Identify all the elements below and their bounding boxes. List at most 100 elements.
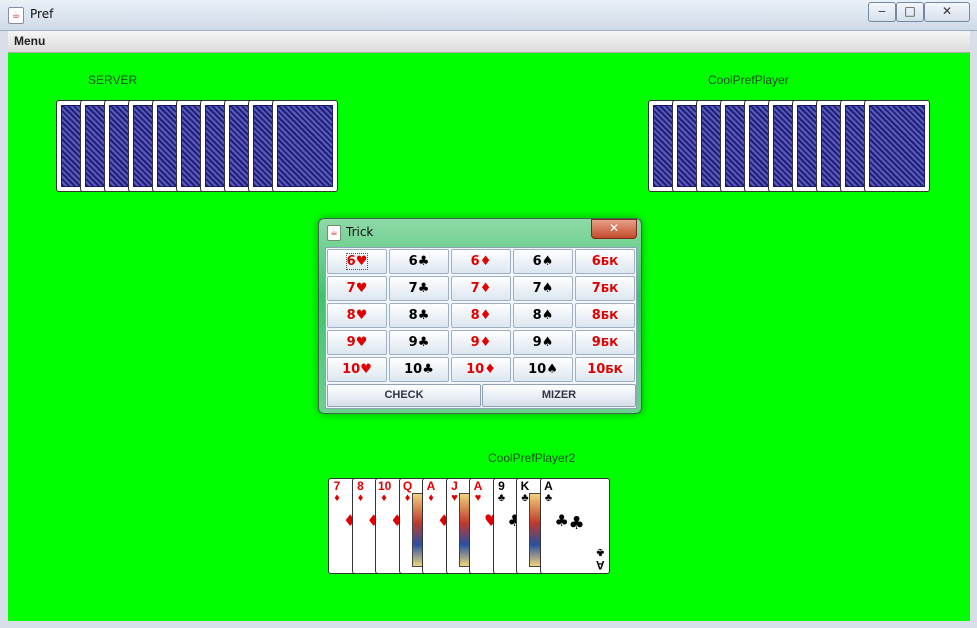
card-corner: 8 ♦ [355,480,367,504]
bid-rank: 10 [528,362,547,377]
bid-rank: 9 [470,335,480,350]
bid-cell[interactable]: 6БК [575,249,635,274]
card-rank: A [426,479,436,493]
suit-icon: ♥ [355,281,368,296]
bid-rank: 10 [466,362,485,377]
suit-icon: ♠ [541,281,554,296]
minimize-button[interactable]: ‒ [868,2,896,22]
bid-rank: 8 [408,308,418,323]
suit-icon: ♦ [428,492,434,504]
bid-rank: 9 [532,335,542,350]
bid-cell[interactable]: 9♠ [513,330,573,355]
bid-cell[interactable]: 9БК [575,330,635,355]
bid-cell[interactable]: 8БК [575,303,635,328]
bid-rank: 6 [408,254,418,269]
suit-icon: ♠ [541,308,554,323]
bid-cell[interactable]: 9♣ [389,330,449,355]
dialog-close-button[interactable]: ✕ [591,219,637,239]
bid-grid: CHECK MIZER 6♥ 6♣ 6♦ 6♠ 6БК 7♥ 7♣ 7♦ 7♠ 7БК 8♥ 8♣ 8♦… [325,247,637,409]
suit-icon: ♣ [417,308,430,323]
bid-cell[interactable]: 10♠ [513,357,573,382]
bid-rank: 9 [591,335,601,350]
bid-cell[interactable]: 6♦ [451,249,511,274]
suit-icon: ♦ [334,492,340,504]
suit-icon: ♦ [479,254,492,269]
bid-cell[interactable]: 8♠ [513,303,573,328]
java-app-icon: ☕ [8,7,24,24]
suit-icon: ♣ [417,335,430,350]
suit-icon: ♣ [417,254,430,269]
card-corner: A ♣ [595,546,605,572]
card-rank: K [520,479,530,493]
card-corner: 9 ♣ [496,480,508,504]
menu-menu[interactable]: Menu [14,34,45,48]
bid-rank: 10 [342,362,361,377]
mizer-button[interactable]: MIZER [482,384,636,407]
bid-cell[interactable]: 7♣ [389,276,449,301]
java-app-icon: ☕ [327,225,341,241]
card-rank: 7 [333,479,341,493]
card-rank: 8 [357,479,364,493]
card-rank: 10 [378,479,392,493]
bid-cell[interactable]: 10♦ [451,357,511,382]
bid-rank: 10 [587,362,606,377]
bid-rank: 7 [532,281,542,296]
check-button[interactable]: CHECK [327,384,481,407]
bid-rank: 6 [346,254,356,269]
card-rank: 9 [498,479,505,493]
bid-cell[interactable]: 8♥ [327,303,387,328]
card-rank: A [544,479,553,493]
title-bar: ☕ Pref ‒ □ ✕ [0,0,977,31]
suit-icon: ♠ [541,254,554,269]
bid-cell[interactable]: 6♣ [389,249,449,274]
card-corner: A ♥ [472,480,484,504]
bid-rank: 6 [532,254,542,269]
bid-cell[interactable]: 7♥ [327,276,387,301]
bid-rank: 8 [346,308,356,323]
card-corner: 10 ♦ [378,479,392,504]
bid-cell[interactable]: 6♠ [513,249,573,274]
suit-icon: ♣ [544,492,553,504]
bid-rank: 7 [591,281,601,296]
bid-cell[interactable]: 10♥ [327,357,387,382]
bid-cell[interactable]: 8♦ [451,303,511,328]
player-label-coolprefplayer: CoolPrefPlayer [708,73,789,87]
bid-cell[interactable]: 9♦ [451,330,511,355]
maximize-button[interactable]: □ [896,2,924,22]
bid-cell[interactable]: 10♣ [389,357,449,382]
bid-cell[interactable]: 8♣ [389,303,449,328]
card-corner: A ♣ [543,480,555,504]
suit-icon: ♥ [474,492,482,504]
close-window-button[interactable]: ✕ [924,2,970,22]
bid-cell[interactable]: 6♥ [327,249,387,274]
bid-cell[interactable]: 7♦ [451,276,511,301]
dialog-title: Trick [346,225,374,239]
card-corner: 7 ♦ [331,480,343,504]
bid-cell[interactable]: 7♠ [513,276,573,301]
no-trump-label: БК [600,282,619,295]
suit-icon: ♥ [355,335,368,350]
trick-dialog: ☕ Trick ✕ CHECK MIZER 6♥ 6♣ 6♦ 6♠ 6БК 7♥ 7♣ 7♦ 7… [318,218,642,414]
bid-rank: 10 [404,362,423,377]
bid-cell[interactable]: 7БК [575,276,635,301]
bid-cell[interactable]: 9♥ [327,330,387,355]
suit-icon: ♦ [381,492,387,504]
suit-icon: ♥ [355,254,368,269]
suit-icon: ♣ [497,492,506,504]
window-title: Pref [30,7,54,21]
no-trump-label: БК [600,336,619,349]
bid-rank: 6 [591,254,601,269]
suit-icon: ♠ [546,362,558,377]
menu-bar: Menu [8,31,970,53]
suit-icon: ♠ [541,335,554,350]
bid-rank: 8 [591,308,601,323]
bid-cell[interactable]: 10БК [575,357,635,382]
no-trump-label: БК [600,255,619,268]
suit-icon: ♦ [479,335,492,350]
suit-icon: ♦ [484,362,496,377]
suit-icon: ♣ [417,281,430,296]
suit-icon: ♣ [554,511,569,530]
suit-icon: ♥ [355,308,368,323]
hand-card[interactable]: A ♣ ♣ ♣ A ♣ [539,478,610,574]
card-rank: A [473,479,483,493]
